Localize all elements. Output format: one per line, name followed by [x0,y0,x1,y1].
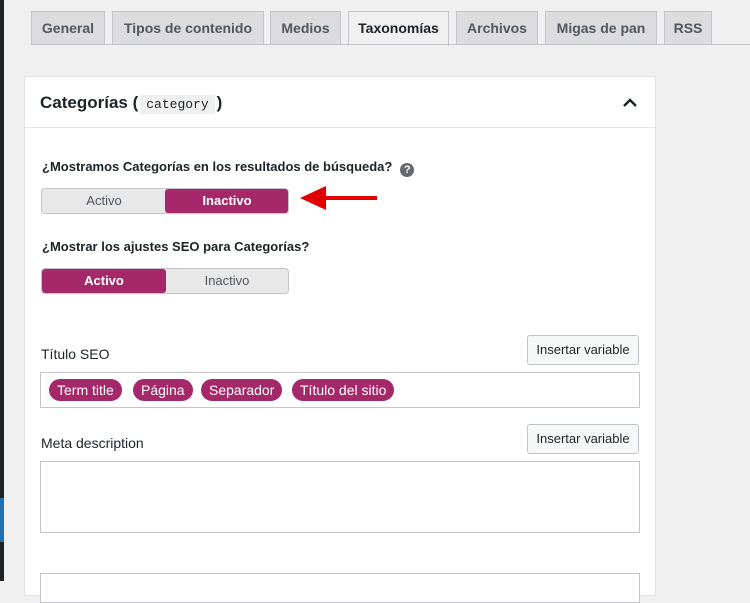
tag-pagina[interactable]: Página [133,379,193,401]
seo-settings-activo[interactable]: Activo [42,269,166,293]
admin-sidebar-active-marker [0,498,4,542]
panel-title-prefix: Categorías ( [40,93,139,112]
tab-tipos-de-contenido[interactable]: Tipos de contenido [112,11,264,44]
taxonomy-panel: Categorías (category) ¿Mostramos Categor… [24,76,656,603]
search-visibility-question: ¿Mostramos Categorías en los resultados … [42,159,415,177]
seo-title-label: Título SEO [41,346,110,362]
tab-general[interactable]: General [31,11,105,44]
seo-title-input[interactable]: Term title Página Separador Título del s… [40,372,640,408]
tab-migas-de-pan[interactable]: Migas de pan [545,11,657,44]
panel-header[interactable]: Categorías (category) [25,77,655,128]
next-field-input[interactable] [40,573,640,603]
tag-separador[interactable]: Separador [201,379,283,401]
red-arrow-icon [300,186,377,210]
meta-description-label: Meta description [41,435,144,451]
tab-taxonomias[interactable]: Taxonomías [348,11,449,46]
search-visibility-inactivo[interactable]: Inactivo [165,189,288,213]
search-visibility-question-text: ¿Mostramos Categorías en los resultados … [42,159,393,174]
search-visibility-toggle: Activo Inactivo [41,188,289,214]
seo-settings-inactivo[interactable]: Inactivo [165,269,288,293]
panel-title: Categorías (category) [40,93,223,114]
panel-title-suffix: ) [216,93,223,112]
seo-settings-question: ¿Mostrar los ajustes SEO para Categorías… [42,239,310,254]
tag-titulo-del-sitio[interactable]: Título del sitio [292,379,395,401]
tab-archivos[interactable]: Archivos [456,11,538,44]
taxonomy-slug: category [140,95,215,114]
tab-medios[interactable]: Medios [270,11,341,44]
chevron-up-icon[interactable] [622,95,638,111]
tabs-divider [31,44,750,45]
seo-settings-toggle: Activo Inactivo [41,268,289,294]
meta-description-textarea[interactable] [40,461,640,533]
tab-rss[interactable]: RSS [664,11,712,44]
admin-sidebar-edge [0,0,4,581]
tag-term-title[interactable]: Term title [49,379,122,401]
seo-title-insert-variable-button[interactable]: Insertar variable [527,335,639,365]
meta-description-insert-variable-button[interactable]: Insertar variable [527,424,639,454]
search-visibility-activo[interactable]: Activo [42,189,166,213]
help-icon[interactable]: ? [400,163,415,177]
